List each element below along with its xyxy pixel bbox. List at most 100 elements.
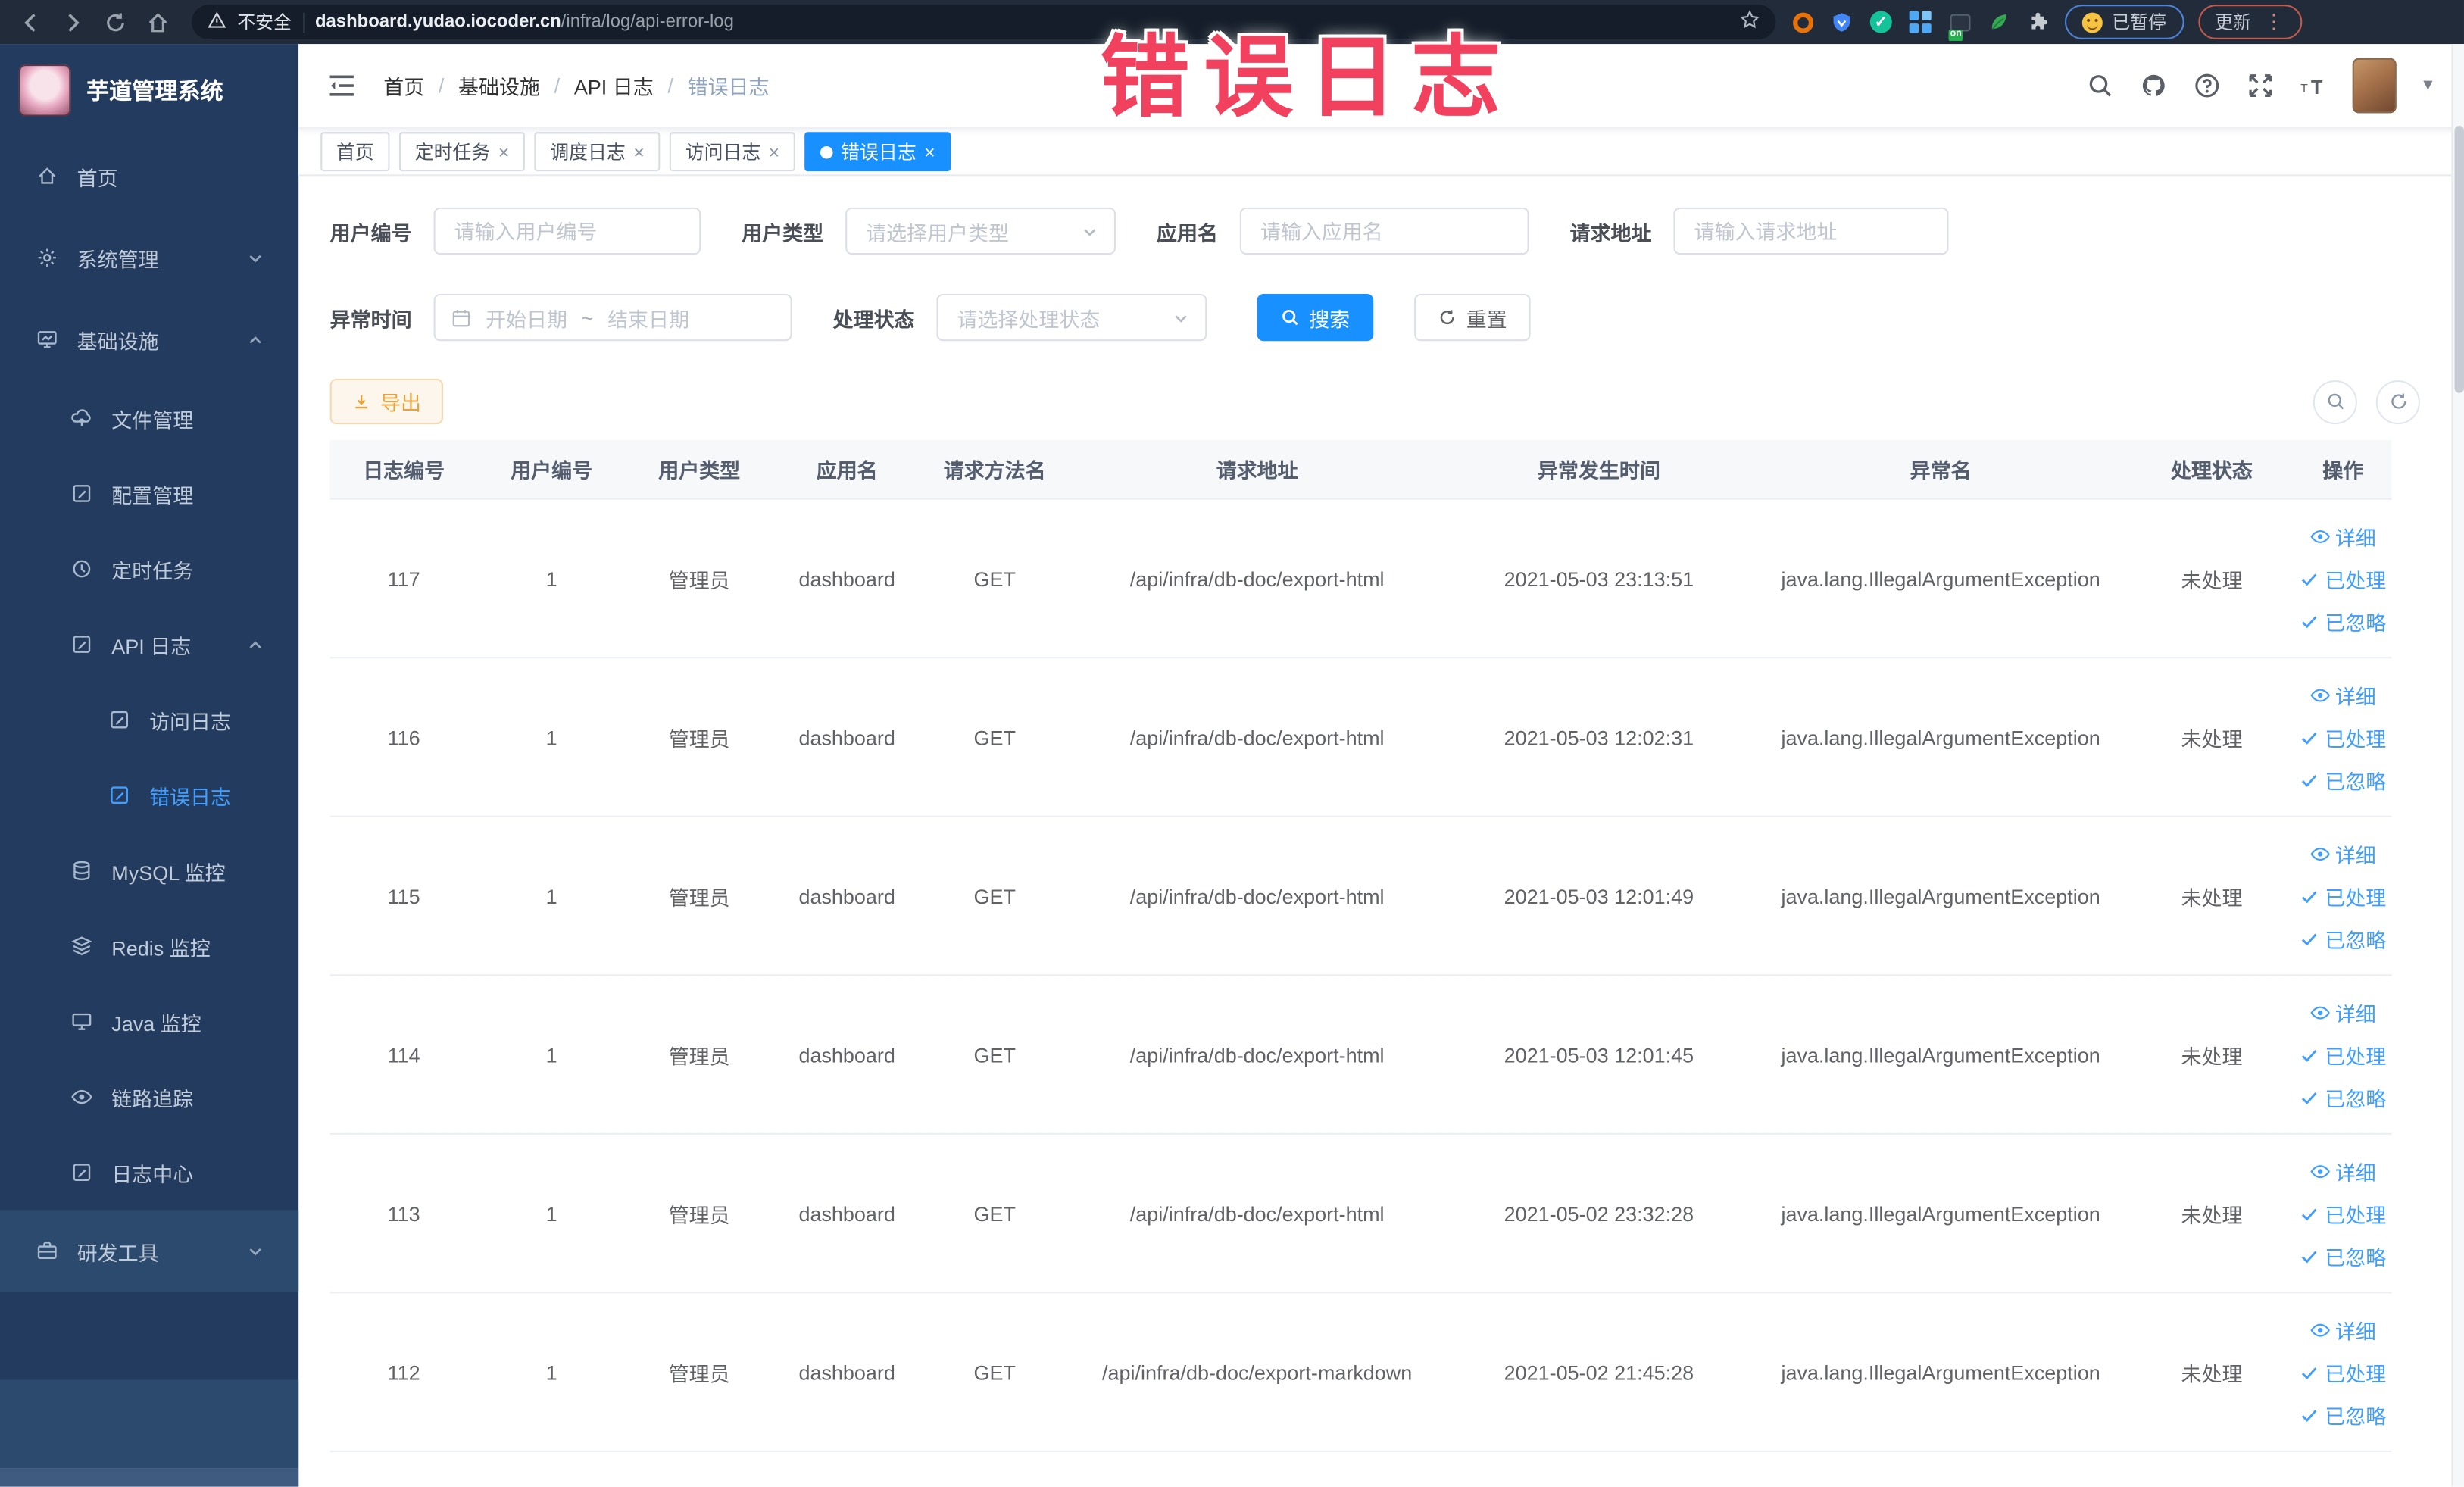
- column-header[interactable]: 用户编号: [478, 440, 626, 498]
- extension-green-check-icon[interactable]: ✓: [1869, 9, 1894, 34]
- column-header[interactable]: 用户类型: [626, 440, 773, 498]
- export-button-label: 导出: [380, 391, 422, 415]
- extensions-puzzle-icon[interactable]: [2025, 9, 2050, 34]
- back-icon[interactable]: [16, 8, 44, 36]
- breadcrumb-item[interactable]: 基础设施: [458, 70, 540, 100]
- row-action-processed[interactable]: 已处理: [2300, 1357, 2386, 1386]
- update-badge[interactable]: 更新 ⋮: [2197, 5, 2302, 39]
- search-icon[interactable]: [2085, 70, 2115, 100]
- sidebar-item-access-log[interactable]: 访问日志: [0, 682, 298, 758]
- sidebar-item-config[interactable]: 配置管理: [0, 456, 298, 532]
- sidebar-item-devtools[interactable]: 研发工具: [0, 1210, 299, 1292]
- breadcrumb-item[interactable]: 首页: [383, 70, 424, 100]
- row-action-processed[interactable]: 已处理: [2300, 722, 2386, 751]
- row-action-ignored[interactable]: 已忽略: [2300, 1241, 2386, 1270]
- user-id-input[interactable]: [433, 207, 701, 255]
- reset-button[interactable]: 重置: [1414, 293, 1531, 342]
- export-button[interactable]: 导出: [329, 378, 444, 425]
- sidebar-item-redis[interactable]: Redis 监控: [0, 908, 298, 984]
- browser-menu-icon[interactable]: ⋮: [2263, 9, 2284, 34]
- url-text[interactable]: dashboard.yudao.iocoder.cn/infra/log/api…: [315, 13, 734, 32]
- column-header[interactable]: 处理状态: [2129, 440, 2294, 498]
- row-action-ignored[interactable]: 已忽略: [2300, 1399, 2386, 1429]
- refresh-button[interactable]: [2375, 380, 2420, 424]
- sidebar-item-api-log[interactable]: API 日志: [0, 607, 298, 683]
- sidebar-item-mysql[interactable]: MySQL 监控: [0, 833, 298, 909]
- chevron-down-icon[interactable]: ▼: [2420, 77, 2436, 95]
- breadcrumb-item[interactable]: API 日志: [574, 70, 654, 100]
- app-name-input[interactable]: [1239, 207, 1529, 255]
- extension-on-badge-icon[interactable]: [1947, 9, 1972, 34]
- security-label[interactable]: 不安全: [237, 9, 292, 34]
- close-icon[interactable]: ×: [498, 142, 510, 161]
- sidebar-collapse-strip[interactable]: [0, 1467, 299, 1487]
- reload-icon[interactable]: [101, 8, 129, 36]
- close-icon[interactable]: ×: [769, 142, 780, 161]
- row-action-detail[interactable]: 详细: [2310, 839, 2376, 868]
- row-action-processed[interactable]: 已处理: [2300, 1039, 2386, 1069]
- address-bar[interactable]: 不安全 dashboard.yudao.iocoder.cn/infra/log…: [192, 5, 1776, 39]
- tab-首页[interactable]: 首页: [320, 132, 390, 172]
- row-action-detail[interactable]: 详细: [2310, 521, 2376, 551]
- close-icon[interactable]: ×: [633, 142, 645, 161]
- cell-user-id: 1: [545, 883, 557, 908]
- column-header[interactable]: 请求方法名: [921, 440, 1069, 498]
- sidebar-item-home[interactable]: 首页: [0, 135, 298, 217]
- extension-leaf-icon[interactable]: [1986, 9, 2011, 34]
- sidebar-item-log-center[interactable]: 日志中心: [0, 1135, 298, 1211]
- tab-调度日志[interactable]: 调度日志 ×: [534, 132, 661, 172]
- app-logo-row[interactable]: 芋道管理系统: [0, 44, 298, 135]
- sidebar-item-system[interactable]: 系统管理: [0, 217, 298, 298]
- sidebar-item-infra[interactable]: 基础设施: [0, 298, 298, 380]
- hamburger-icon[interactable]: [317, 62, 364, 109]
- bookmark-star-icon[interactable]: [1740, 9, 1760, 34]
- user-type-placeholder: 请选择用户类型: [866, 220, 1009, 245]
- tab-访问日志[interactable]: 访问日志 ×: [669, 132, 795, 172]
- row-action-ignored[interactable]: 已忽略: [2300, 764, 2386, 794]
- breadcrumb-separator: /: [667, 73, 673, 98]
- close-icon[interactable]: ×: [924, 142, 935, 161]
- exception-time-range[interactable]: 开始日期 ~ 结束日期: [433, 293, 792, 342]
- row-action-ignored[interactable]: 已忽略: [2300, 923, 2386, 953]
- font-size-icon[interactable]: TT: [2299, 70, 2328, 100]
- row-action-detail[interactable]: 详细: [2310, 1314, 2376, 1344]
- column-header[interactable]: 操作: [2294, 440, 2392, 498]
- scrollbar-thumb[interactable]: [2454, 125, 2464, 393]
- sidebar-item-file[interactable]: 文件管理: [0, 380, 298, 456]
- row-action-processed[interactable]: 已处理: [2300, 1198, 2386, 1228]
- column-header[interactable]: 异常发生时间: [1446, 440, 1753, 498]
- row-action-ignored[interactable]: 已忽略: [2300, 1082, 2386, 1111]
- column-header[interactable]: 应用名: [773, 440, 921, 498]
- extension-orange-icon[interactable]: [1790, 9, 1815, 34]
- home-browser-icon[interactable]: [143, 8, 171, 36]
- process-status-select[interactable]: 请选择处理状态: [936, 293, 1207, 342]
- extension-grid-icon[interactable]: [1908, 9, 1933, 34]
- row-action-detail[interactable]: 详细: [2310, 997, 2376, 1026]
- sidebar-item-trace[interactable]: 链路追踪: [0, 1059, 298, 1135]
- scrollbar[interactable]: [2451, 44, 2464, 1487]
- column-header[interactable]: 异常名: [1752, 440, 2129, 498]
- search-button[interactable]: 搜索: [1257, 293, 1374, 342]
- user-type-select[interactable]: 请选择用户类型: [845, 207, 1116, 255]
- sidebar-item-job[interactable]: 定时任务: [0, 531, 298, 607]
- tab-错误日志[interactable]: 错误日志 ×: [804, 132, 951, 172]
- row-action-detail[interactable]: 详细: [2310, 679, 2376, 709]
- sidebar-item-error-log[interactable]: 错误日志: [0, 758, 298, 833]
- column-header[interactable]: 日志编号: [330, 440, 478, 498]
- row-action-detail[interactable]: 详细: [2310, 1156, 2376, 1186]
- row-action-processed[interactable]: 已处理: [2300, 881, 2386, 911]
- help-icon[interactable]: [2192, 70, 2222, 100]
- row-action-processed[interactable]: 已处理: [2300, 564, 2386, 593]
- avatar[interactable]: [2352, 58, 2397, 114]
- extension-shield-icon[interactable]: [1829, 9, 1854, 34]
- column-header[interactable]: 请求地址: [1069, 440, 1446, 498]
- paused-extension-badge[interactable]: 已暂停: [2065, 5, 2184, 39]
- github-icon[interactable]: [2139, 70, 2169, 100]
- toggle-search-button[interactable]: [2313, 380, 2357, 424]
- sidebar-item-java[interactable]: Java 监控: [0, 984, 298, 1060]
- row-action-ignored[interactable]: 已忽略: [2300, 606, 2386, 636]
- fullscreen-icon[interactable]: [2246, 70, 2275, 100]
- request-url-input[interactable]: [1673, 207, 1949, 255]
- forward-icon[interactable]: [58, 8, 86, 36]
- tab-定时任务[interactable]: 定时任务 ×: [398, 132, 526, 172]
